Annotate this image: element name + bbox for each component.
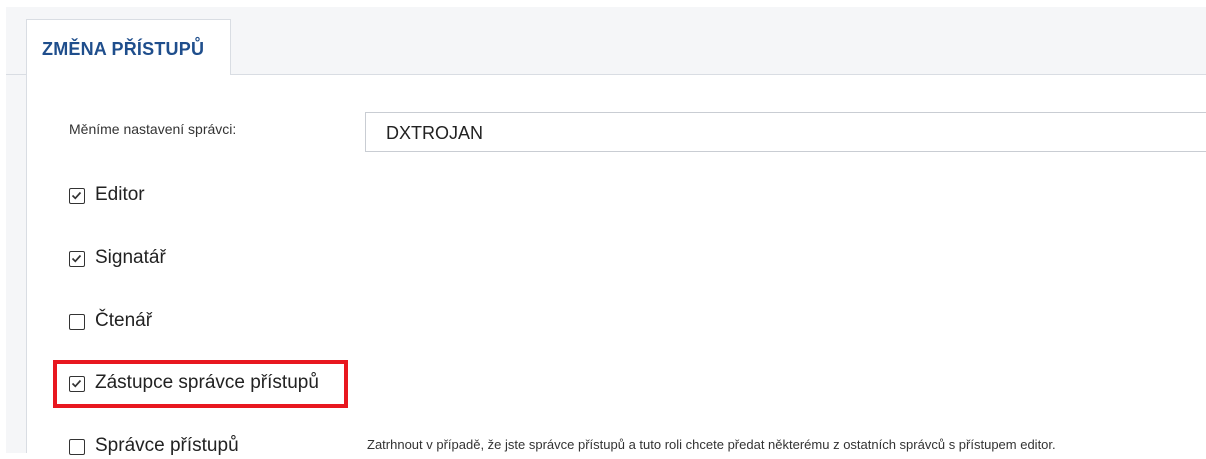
role-editor-label: Editor	[95, 184, 145, 205]
checkmark-icon	[71, 254, 82, 263]
role-editor-checkbox[interactable]	[69, 188, 85, 204]
admin-name-value: DXTROJAN	[386, 123, 484, 143]
role-reader-label: Čtenář	[95, 310, 153, 331]
role-deputy-access-admin-checkbox[interactable]	[69, 376, 85, 392]
form-content: Měníme nastavení správci: DXTROJAN Edito…	[26, 75, 1206, 456]
checkmark-icon	[71, 379, 82, 388]
admin-name-field[interactable]: DXTROJAN	[365, 112, 1206, 152]
admin-field-label: Měníme nastavení správci:	[69, 121, 237, 137]
role-access-admin-label: Správce přístupů	[95, 435, 239, 456]
role-signatory-label: Signatář	[95, 247, 166, 268]
role-signatory-checkbox[interactable]	[69, 251, 85, 267]
access-change-panel: ZMĚNA PŘÍSTUPŮ Měníme nastavení správci:…	[6, 7, 1206, 456]
role-reader-checkbox[interactable]	[69, 314, 85, 330]
checkmark-icon	[71, 191, 82, 200]
tab-label: ZMĚNA PŘÍSTUPŮ	[42, 39, 205, 59]
tab-access-change[interactable]: ZMĚNA PŘÍSTUPŮ	[26, 19, 231, 75]
tab-bar: ZMĚNA PŘÍSTUPŮ	[6, 7, 1206, 75]
role-deputy-access-admin-label: Zástupce správce přístupů	[95, 372, 319, 393]
access-admin-help-text: Zatrhnout v případě, že jste správce pří…	[367, 437, 1056, 452]
